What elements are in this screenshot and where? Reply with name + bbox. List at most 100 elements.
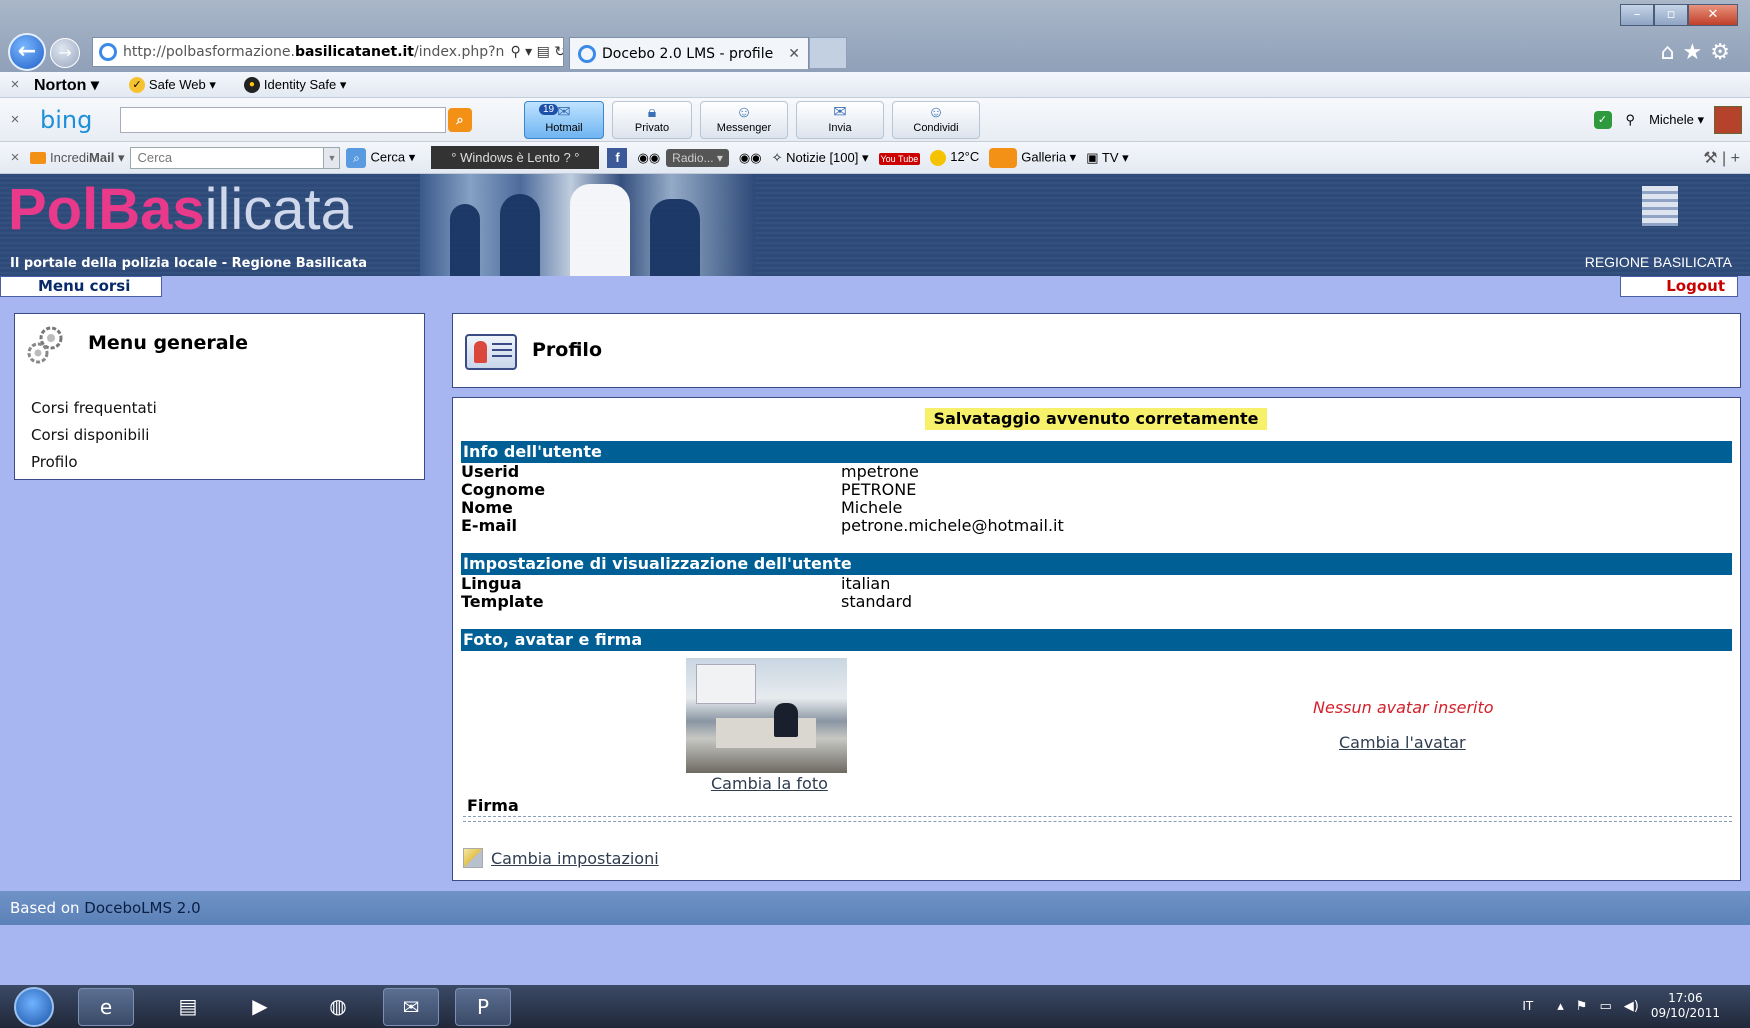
signature-area — [463, 816, 1732, 822]
radio-dropdown[interactable]: Radio... ▾ — [666, 148, 729, 167]
user-menu[interactable]: Michele ▾ — [1649, 112, 1704, 128]
condividi-button[interactable]: ☺ Condividi — [892, 100, 980, 139]
check-icon: ✓ — [128, 76, 145, 93]
network-icon[interactable]: ▭ — [1599, 999, 1611, 1014]
identity-safe-menu[interactable]: Identity Safe ▾ — [264, 77, 346, 93]
banner-photo-collage — [420, 174, 755, 276]
hp-icon[interactable]: ◍ — [310, 988, 366, 1026]
envelope-icon — [989, 147, 1018, 168]
home-favorites-tools-icons[interactable]: ⌂★⚙ — [1661, 40, 1738, 65]
footer-brand: DoceboLMS 2.0 — [84, 899, 201, 917]
facebook-icon[interactable]: f — [607, 147, 628, 168]
invia-button[interactable]: ✉ Invia — [796, 100, 884, 139]
search-icon[interactable]: ⌕ — [448, 107, 472, 132]
system-tray: IT ▴ ⚑ ▭ ◀) 17:06 09/10/2011 — [1522, 991, 1720, 1021]
norton-toolbar: × Norton ▾ ✓ Safe Web ▾ ● Identity Safe … — [0, 72, 1750, 98]
close-toolbar-icon[interactable]: × — [4, 111, 26, 128]
messenger-button[interactable]: ☺ Messenger — [700, 100, 788, 139]
profile-header: Profilo — [452, 313, 1741, 388]
bing-logo: bing — [40, 105, 93, 134]
page-title: Profilo — [532, 339, 602, 361]
browser-titlebar: – ▫ ✕ ← → http://polbasformazione.basili… — [0, 0, 1750, 72]
regione-label: REGIONE BASILICATA — [1584, 254, 1732, 270]
wrench-icon[interactable]: ⚲ — [1626, 112, 1636, 128]
tab-docebo-profile[interactable]: Docebo 2.0 LMS - profile ✕ — [569, 37, 809, 69]
language-indicator[interactable]: IT — [1522, 999, 1533, 1013]
file-explorer-icon[interactable]: ▤ — [160, 988, 216, 1026]
media-controls[interactable]: ◉◉ — [637, 150, 660, 166]
volume-icon[interactable]: ◀) — [1624, 999, 1639, 1014]
sidebar-item-profilo[interactable]: Profilo — [31, 449, 157, 476]
regione-emblem — [1642, 186, 1678, 226]
field-row: E-mail petrone.michele@hotmail.it — [461, 516, 1064, 535]
safe-web-menu[interactable]: Safe Web ▾ — [149, 77, 216, 93]
success-message: Salvataggio avvenuto corretamente — [925, 408, 1267, 430]
volume-controls[interactable]: ◉◉ — [739, 150, 762, 166]
tab-close-icon[interactable]: ✕ — [788, 46, 800, 62]
close-toolbar-icon[interactable]: × — [4, 149, 26, 166]
slogan-text[interactable]: ° Windows è Lento ? ° — [431, 146, 600, 169]
sidebar-item-corsi-disponibili[interactable]: Corsi disponibili — [31, 422, 157, 449]
address-bar[interactable]: http://polbasformazione.basilicatanet.it… — [92, 37, 564, 67]
lock-icon: ● — [243, 76, 260, 93]
user-photo — [686, 658, 847, 773]
address-tools[interactable]: ⚲ ▾ ▤ ↻ ✕ — [504, 44, 563, 60]
clock[interactable]: 17:06 09/10/2011 — [1651, 991, 1720, 1021]
lock-icon: 🔒︎ — [647, 103, 657, 121]
menu-corsi-link[interactable]: Menu corsi — [0, 276, 162, 297]
mail-icon — [30, 152, 46, 165]
close-toolbar-icon[interactable]: × — [4, 76, 26, 93]
hotmail-button[interactable]: 19 ✉ Hotmail — [524, 100, 604, 139]
section-header-photo-avatar: Foto, avatar e firma — [461, 629, 1732, 651]
maximize-button[interactable]: ▫ — [1654, 4, 1688, 26]
chevron-down-icon[interactable]: ▼ — [323, 147, 340, 168]
media-player-icon[interactable]: ▶ — [232, 988, 288, 1026]
notizie-menu[interactable]: ✧ Notizie [100] ▾ — [772, 150, 869, 166]
change-avatar-link[interactable]: Cambia l'avatar — [1339, 733, 1466, 752]
logout-link[interactable]: Logout — [1620, 276, 1738, 297]
tv-menu[interactable]: ▣ TV ▾ — [1086, 150, 1128, 166]
norton-menu[interactable]: Norton ▾ — [34, 75, 99, 95]
internet-explorer-icon[interactable]: e — [78, 988, 134, 1026]
toolbar-settings-icons[interactable]: ⚒ | + — [1703, 148, 1740, 168]
people-icon: ☺ — [927, 103, 945, 121]
ie-page-icon — [99, 43, 117, 61]
change-settings-link[interactable]: Cambia impostazioni — [491, 849, 659, 868]
weather-widget[interactable]: 12°C — [930, 149, 979, 166]
incredimail-search-input[interactable]: Cerca ▼ — [130, 146, 341, 169]
top-menu-bar: Menu corsi Logout — [0, 276, 1750, 297]
sidebar-item-corsi-frequentati[interactable]: Corsi frequentati — [31, 395, 157, 422]
hotmail-count-badge: 19 — [539, 103, 559, 115]
new-tab-button[interactable] — [809, 37, 847, 69]
site-logo[interactable]: PolBasilicata — [8, 178, 353, 242]
forward-button[interactable]: → — [50, 38, 80, 68]
flag-icon[interactable]: ⚑ — [1576, 999, 1588, 1014]
incredimail-toolbar: × IncrediMail ▾ Cerca ▼ ⌕ Cerca ▾ ° Window… — [0, 142, 1750, 174]
change-settings-row[interactable]: Cambia impostazioni — [463, 848, 659, 868]
start-button[interactable] — [14, 987, 54, 1027]
close-window-button[interactable]: ✕ — [1688, 4, 1738, 26]
sun-icon — [930, 149, 947, 166]
people-icon: ☺ — [735, 103, 753, 121]
minimize-button[interactable]: – — [1620, 4, 1654, 26]
gears-icon — [27, 326, 63, 364]
pencil-icon — [463, 848, 483, 868]
avatar[interactable] — [1714, 105, 1742, 134]
back-button[interactable]: ← — [8, 33, 46, 71]
change-photo-link[interactable]: Cambia la foto — [711, 774, 828, 793]
bing-toolbar: × bing ⌕ 19 ✉ Hotmail 🔒︎ Privato ☺ Messe… — [0, 98, 1750, 142]
chevron-up-icon[interactable]: ▴ — [1557, 999, 1564, 1014]
general-menu-panel: Menu generale Corsi frequentati Corsi di… — [14, 313, 425, 480]
privato-button[interactable]: 🔒︎ Privato — [612, 100, 692, 139]
site-banner: PolBasilicata Il portale della polizia l… — [0, 174, 1750, 276]
shield-icon[interactable]: ✓ — [1593, 110, 1612, 129]
incredimail-menu[interactable]: IncrediMail ▾ — [30, 150, 124, 166]
galleria-menu[interactable]: Galleria ▾ — [989, 147, 1076, 168]
incredimail-icon[interactable]: ✉ — [383, 988, 439, 1026]
field-row: Nome Michele — [461, 498, 903, 517]
tab-title: Docebo 2.0 LMS - profile — [602, 45, 774, 62]
cerca-button[interactable]: ⌕ Cerca ▾ — [346, 147, 415, 168]
youtube-icon[interactable]: You Tube — [878, 150, 921, 165]
bing-search-input[interactable] — [120, 106, 446, 133]
powerpoint-icon[interactable]: P — [455, 988, 511, 1026]
